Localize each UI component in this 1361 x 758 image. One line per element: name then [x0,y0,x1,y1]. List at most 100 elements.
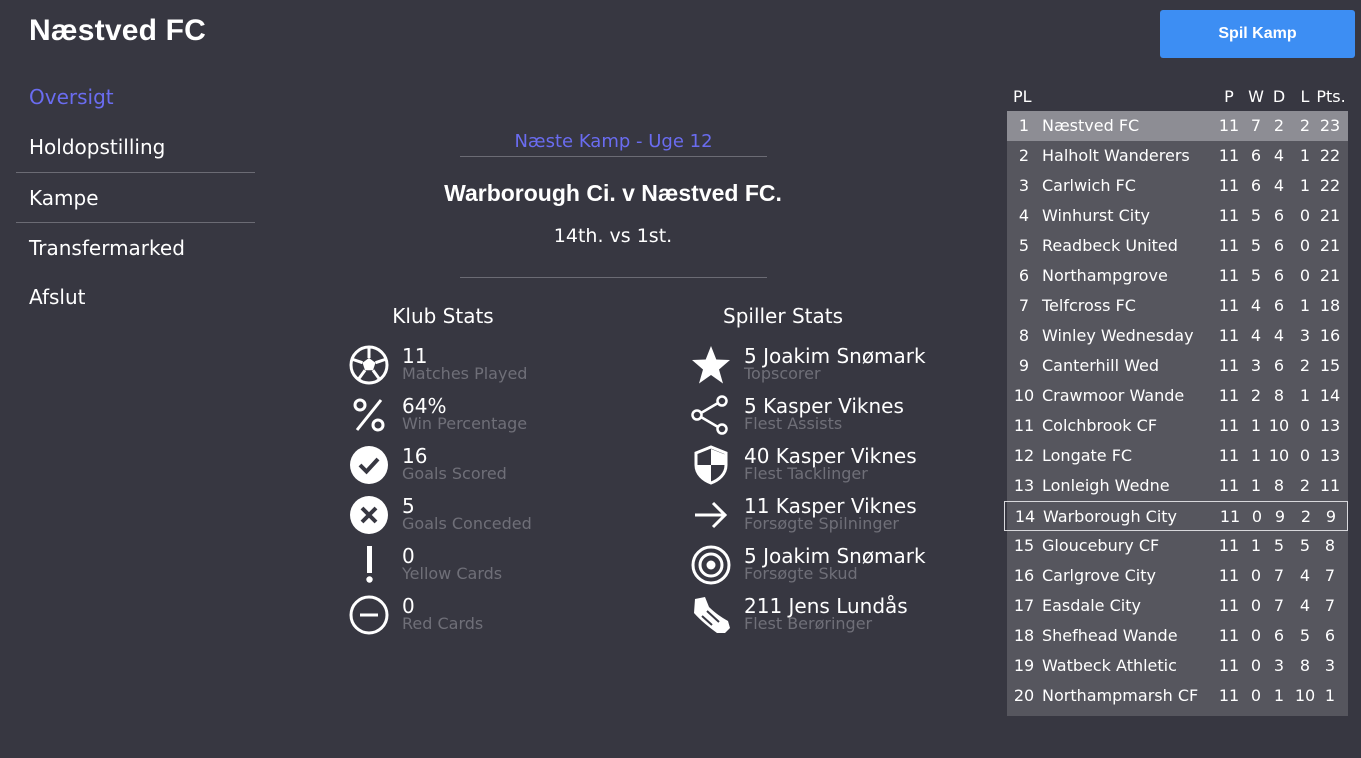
table-cell-p: 11 [1218,356,1240,375]
table-cell-w: 5 [1250,266,1262,285]
table-cell-pts: 9 [1325,507,1337,526]
table-row[interactable]: 14 Warborough City 11 0 9 2 9 [1004,501,1348,531]
table-row[interactable]: 11 Colchbrook CF 11 1 10 0 13 [1007,411,1348,441]
percent-icon [353,398,385,432]
table-row[interactable]: 4 Winhurst City 11 5 6 0 21 [1007,201,1348,231]
table-cell-pl: 1 [1018,116,1030,135]
table-row[interactable]: 12 Longate FC 11 1 10 0 13 [1007,441,1348,471]
table-cell-l: 1 [1299,386,1311,405]
table-row[interactable]: 1 Næstved FC 11 7 2 2 23 [1007,111,1348,141]
table-cell-p: 11 [1218,446,1240,465]
column-header-p: P [1224,87,1234,106]
table-cell-team: Gloucebury CF [1042,536,1160,555]
table-cell-team: Canterhill Wed [1042,356,1159,375]
table-cell-w: 7 [1250,116,1262,135]
table-cell-l: 10 [1294,686,1316,705]
table-cell-w: 0 [1250,686,1262,705]
table-cell-pl: 10 [1013,386,1035,405]
table-cell-pl: 13 [1013,476,1035,495]
target-icon [691,545,731,585]
table-cell-l: 8 [1299,656,1311,675]
table-cell-pl: 14 [1014,507,1036,526]
table-cell-l: 0 [1299,446,1311,465]
table-cell-p: 11 [1218,206,1240,225]
stat-label: Flest Assists [744,414,843,433]
table-cell-team: Watbeck Athletic [1042,656,1177,675]
table-cell-l: 2 [1299,476,1311,495]
table-cell-d: 5 [1273,536,1285,555]
table-row[interactable]: 19 Watbeck Athletic 11 0 3 8 3 [1007,651,1348,681]
shield-icon [694,445,728,485]
table-cell-p: 11 [1218,326,1240,345]
table-cell-p: 11 [1218,236,1240,255]
table-cell-pts: 22 [1319,146,1341,165]
table-row[interactable]: 2 Halholt Wanderers 11 6 4 1 22 [1007,141,1348,171]
table-cell-pts: 7 [1324,596,1336,615]
table-row[interactable]: 15 Gloucebury CF 11 1 5 5 8 [1007,531,1348,561]
play-match-button[interactable]: Spil Kamp [1160,10,1355,58]
boot-icon [694,597,730,633]
table-cell-pl: 20 [1013,686,1035,705]
table-row[interactable]: 17 Easdale City 11 0 7 4 7 [1007,591,1348,621]
table-row[interactable]: 16 Carlgrove City 11 0 7 4 7 [1007,561,1348,591]
table-cell-pts: 7 [1324,566,1336,585]
table-cell-pl: 2 [1018,146,1030,165]
table-cell-d: 6 [1273,296,1285,315]
table-cell-pts: 22 [1319,176,1341,195]
table-row[interactable]: 8 Winley Wednesday 11 4 4 3 16 [1007,321,1348,351]
nav-item-kampe[interactable]: Kampe [16,172,255,222]
table-cell-pl: 5 [1018,236,1030,255]
table-cell-p: 11 [1218,656,1240,675]
table-cell-d: 6 [1273,356,1285,375]
table-cell-p: 11 [1218,566,1240,585]
table-cell-p: 11 [1218,386,1240,405]
nav-item-afslut[interactable]: Afslut [16,272,255,322]
table-cell-d: 1 [1273,686,1285,705]
table-cell-d: 4 [1273,146,1285,165]
stat-label: Matches Played [402,364,528,383]
table-cell-team: Carlgrove City [1042,566,1156,585]
table-cell-p: 11 [1218,176,1240,195]
table-row[interactable]: 20 Northampmarsh CF 11 0 1 10 1 [1007,681,1348,711]
stat-label: Forsøgte Spilninger [744,514,899,533]
table-cell-p: 11 [1218,296,1240,315]
table-cell-pts: 3 [1324,656,1336,675]
table-cell-l: 5 [1299,626,1311,645]
table-cell-d: 10 [1268,446,1290,465]
nav-item-holdopstilling[interactable]: Holdopstilling [16,122,255,172]
table-cell-pl: 4 [1018,206,1030,225]
nav-item-transfermarked[interactable]: Transfermarked [16,222,255,272]
table-cell-l: 2 [1299,356,1311,375]
table-row[interactable]: 5 Readbeck United 11 5 6 0 21 [1007,231,1348,261]
table-cell-w: 0 [1250,626,1262,645]
table-cell-pl: 7 [1018,296,1030,315]
table-cell-l: 1 [1299,176,1311,195]
table-cell-d: 8 [1273,476,1285,495]
stat-label: Yellow Cards [402,564,503,583]
arrow-right-icon [695,501,728,529]
table-cell-w: 5 [1250,236,1262,255]
table-row[interactable]: 7 Telfcross FC 11 4 6 1 18 [1007,291,1348,321]
table-row[interactable]: 13 Lonleigh Wedne 11 1 8 2 11 [1007,471,1348,501]
table-cell-w: 5 [1250,206,1262,225]
table-cell-p: 11 [1218,536,1240,555]
table-row[interactable]: 6 Northampgrove 11 5 6 0 21 [1007,261,1348,291]
table-row[interactable]: 10 Crawmoor Wande 11 2 8 1 14 [1007,381,1348,411]
table-cell-pts: 23 [1319,116,1341,135]
table-cell-pts: 15 [1319,356,1341,375]
table-cell-d: 6 [1273,626,1285,645]
column-header-pts: Pts. [1316,87,1346,106]
table-cell-team: Easdale City [1042,596,1141,615]
table-cell-w: 2 [1250,386,1262,405]
table-cell-d: 6 [1273,266,1285,285]
table-row[interactable]: 3 Carlwich FC 11 6 4 1 22 [1007,171,1348,201]
x-circle-icon [350,496,388,534]
nav-item-oversigt[interactable]: Oversigt [16,72,255,122]
table-cell-d: 9 [1274,507,1286,526]
table-row[interactable]: 9 Canterhill Wed 11 3 6 2 15 [1007,351,1348,381]
stat-label: Topscorer [744,364,821,383]
table-cell-pl: 19 [1013,656,1035,675]
table-row[interactable]: 18 Shefhead Wande 11 0 6 5 6 [1007,621,1348,651]
check-circle-icon [350,446,388,484]
soccer-ball-icon [349,345,389,385]
